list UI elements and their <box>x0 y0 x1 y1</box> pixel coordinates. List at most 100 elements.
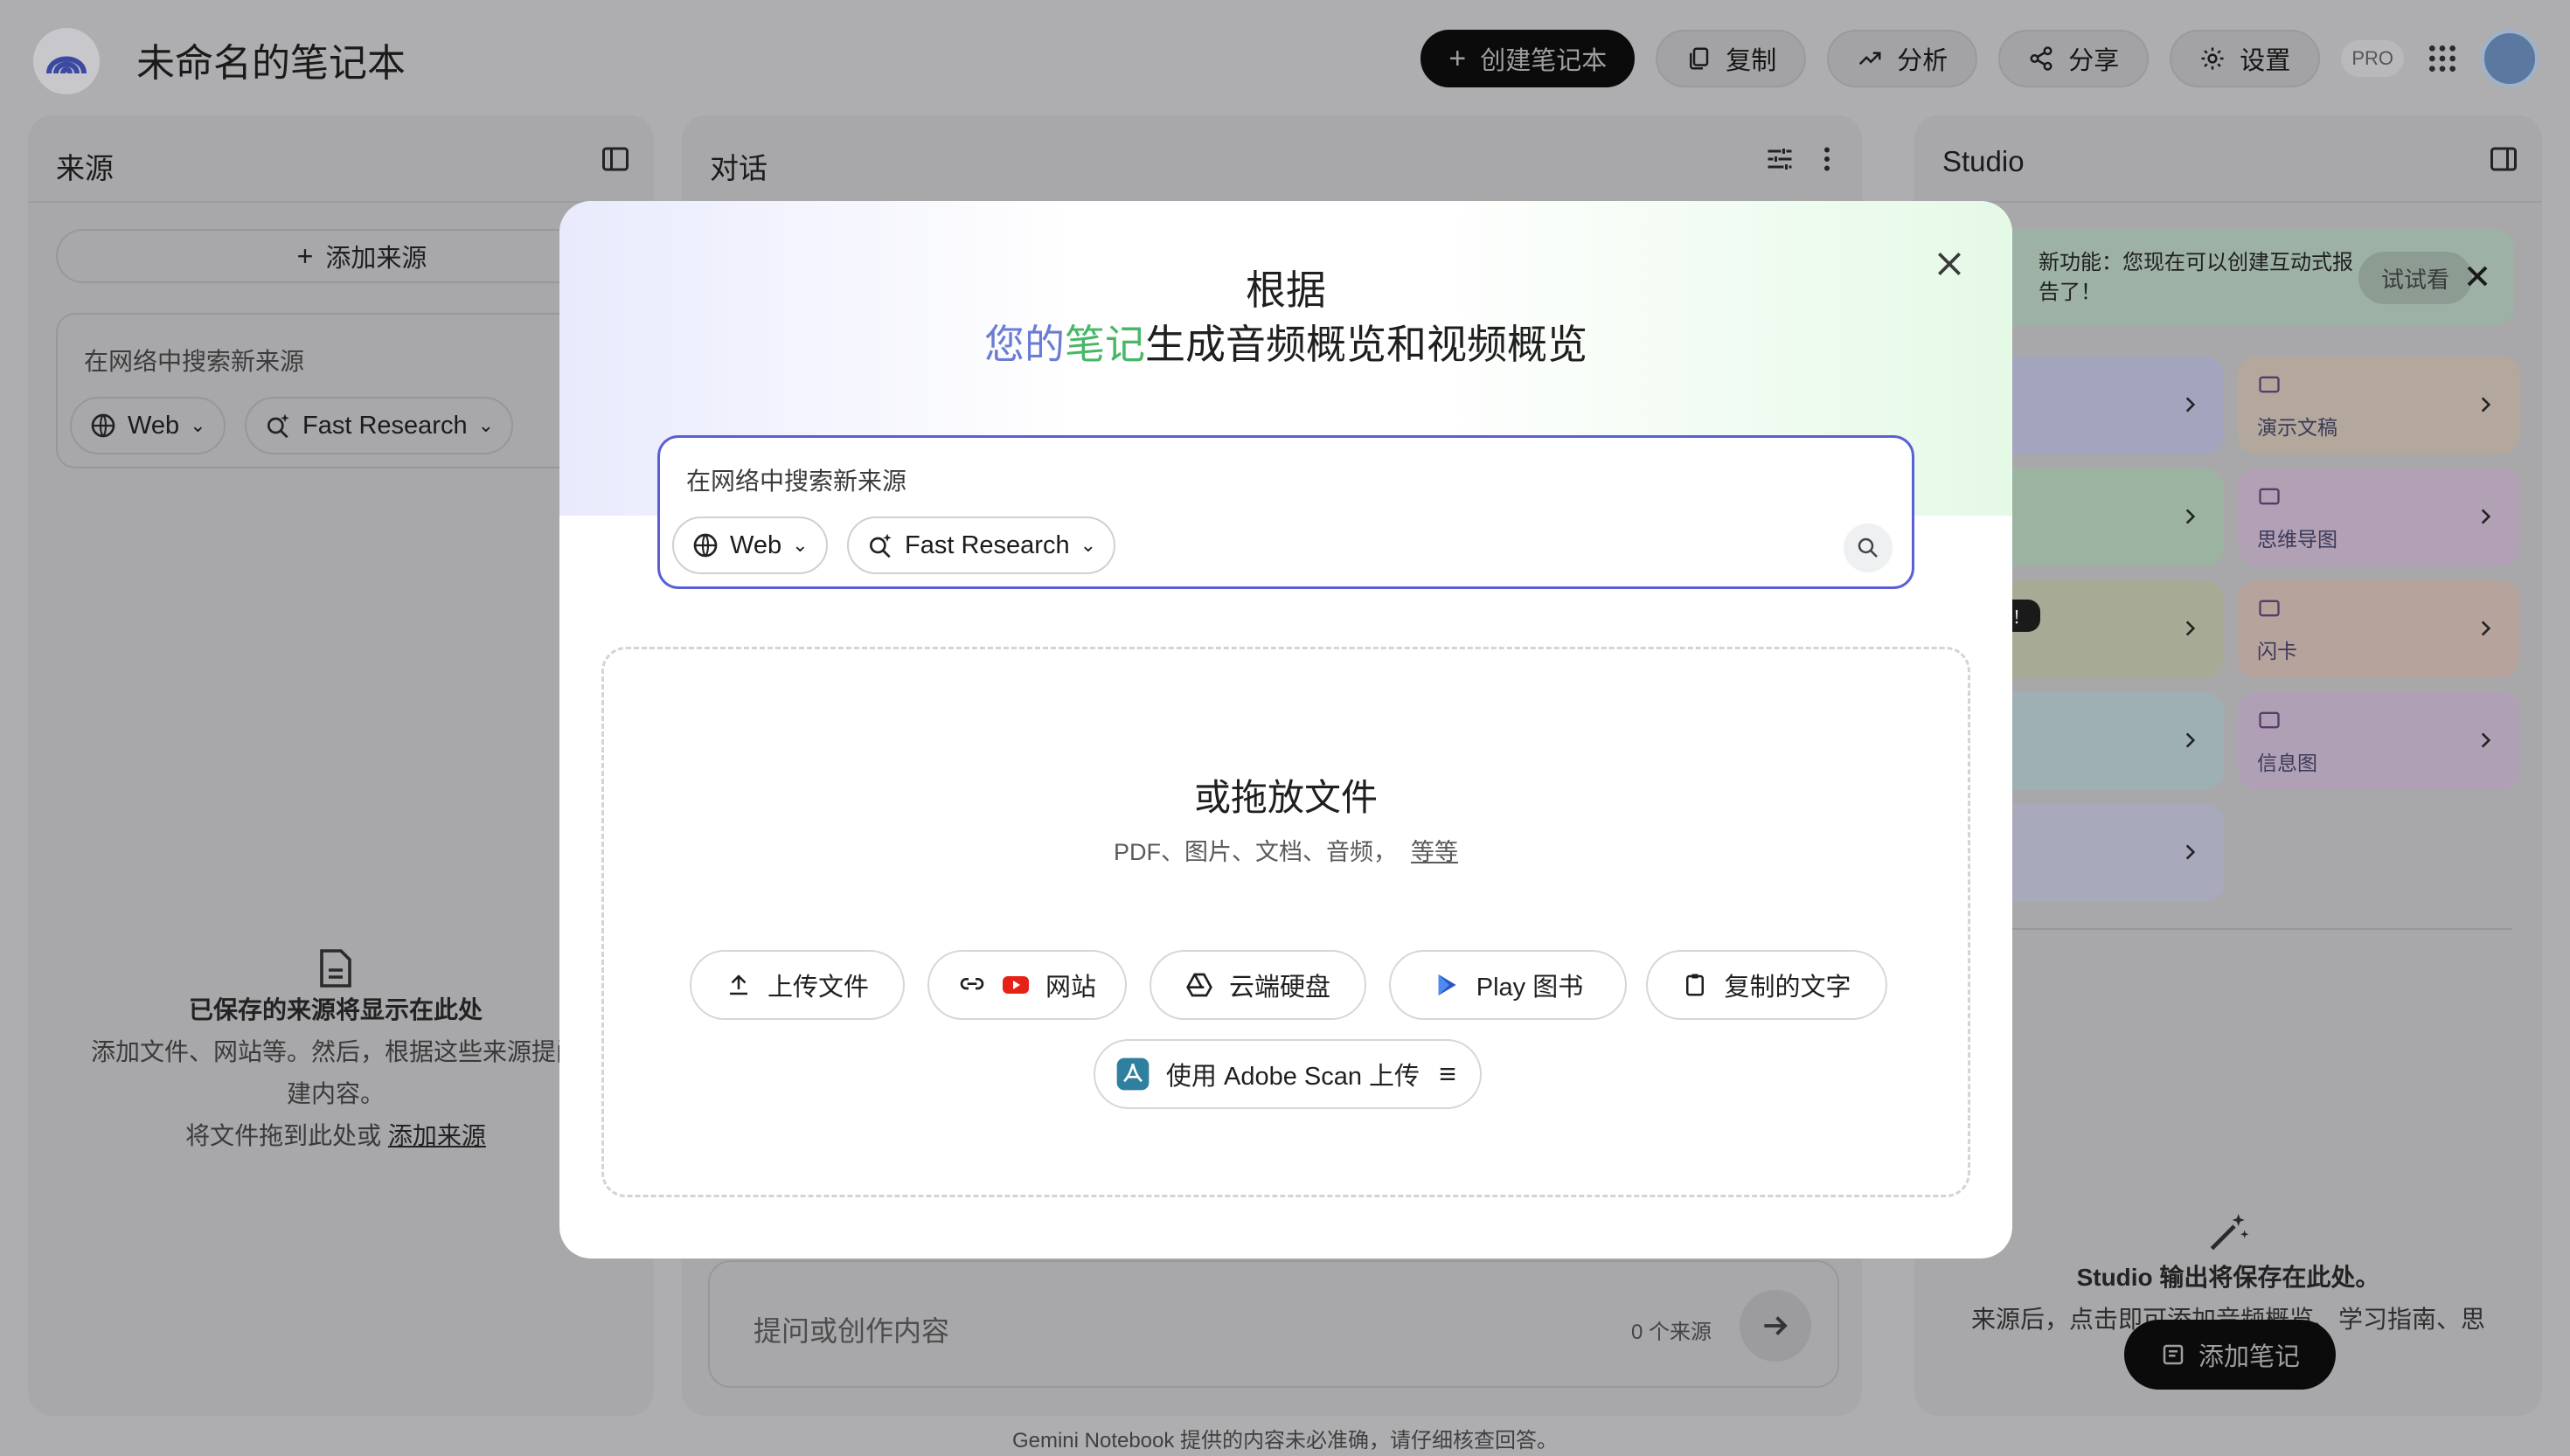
sources-empty-title: 已保存的来源将显示在此处 <box>188 995 483 1023</box>
settings-button[interactable]: 设置 <box>2170 30 2321 87</box>
website-button[interactable]: 网站 <box>927 950 1127 1020</box>
document-icon <box>320 948 351 988</box>
plus-icon: + <box>1448 41 1467 75</box>
research-chip-label: Fast Research <box>302 411 468 440</box>
studio-tile[interactable]: 闪卡 <box>2238 580 2519 678</box>
research-chip[interactable]: Fast Research ⌄ <box>245 397 514 454</box>
infographic-icon <box>2257 708 2282 737</box>
new-feature-banner: 新功能：您现在可以创建互动式报告了！ 试试看 <box>1942 229 2514 325</box>
studio-tile-label: 演示文稿 <box>2257 416 2337 439</box>
magic-wand-icon <box>2210 1214 2249 1251</box>
studio-tile[interactable]: 信息图 <box>2238 692 2519 790</box>
add-note-button[interactable]: 添加笔记 <box>2124 1320 2336 1390</box>
chat-header: 对话 <box>682 115 1862 203</box>
copy-label: 复制 <box>1726 47 1777 75</box>
source-search-input[interactable]: 在网络中搜索新来源 <box>84 343 304 378</box>
analytics-button[interactable]: 分析 <box>1827 30 1978 87</box>
studio-title: Studio <box>1942 145 2025 177</box>
share-label: 分享 <box>2068 47 2120 75</box>
more-types-link[interactable]: 等等 <box>1411 839 1458 865</box>
notebook-logo-icon <box>46 56 87 74</box>
dialog-research-label: Fast Research <box>905 530 1070 559</box>
arrow-right-icon <box>1764 1316 1788 1335</box>
adobe-scan-label: 使用 Adobe Scan 上传 <box>1165 1063 1420 1091</box>
sources-empty-line3-prefix: 将文件拖到此处或 <box>185 1121 382 1149</box>
source-count: 0 个来源 <box>1630 1321 1712 1344</box>
slides-icon <box>2257 372 2282 401</box>
create-notebook-button[interactable]: + 创建笔记本 <box>1420 30 1636 87</box>
app-logo[interactable] <box>33 28 100 94</box>
share-button[interactable]: 分享 <box>1998 30 2150 87</box>
apps-grid-icon[interactable] <box>2425 41 2460 76</box>
dialog-search-button[interactable] <box>1844 523 1893 572</box>
note-icon <box>2163 1344 2184 1365</box>
drive-icon <box>1186 973 1212 997</box>
chevron-down-icon: ⌄ <box>477 414 495 436</box>
paste-text-label: 复制的文字 <box>1724 974 1851 1002</box>
dialog-search-input[interactable]: 在网络中搜索新来源 <box>686 462 906 497</box>
collapse-panel-icon[interactable] <box>600 143 631 175</box>
add-source-link[interactable]: 添加来源 <box>388 1122 486 1149</box>
play-books-button[interactable]: Play 图书 <box>1389 950 1627 1020</box>
search-icon <box>1858 537 1878 558</box>
chevron-down-icon: ⌄ <box>1080 534 1097 556</box>
dialog-search-box: 在网络中搜索新来源 Web ⌄ Fast Research ⌄ <box>657 435 1914 589</box>
file-dropzone[interactable]: 或拖放文件 PDF、图片、文档、音频， 等等 上传文件 网站 云端硬盘 Play … <box>601 647 1970 1197</box>
chat-title: 对话 <box>710 152 768 184</box>
close-icon[interactable] <box>2460 259 2495 294</box>
sources-empty-state: 已保存的来源将显示在此处 添加文件、网站等。然后，根据这些来源提问 建内容。 将… <box>56 946 615 1157</box>
adobe-scan-icon <box>1116 1057 1150 1091</box>
notebook-title[interactable]: 未命名的笔记本 <box>136 31 406 87</box>
sources-empty-line3: 将文件拖到此处或 添加来源 <box>56 1115 615 1157</box>
link-icon <box>960 978 984 990</box>
settings-label: 设置 <box>2240 47 2291 75</box>
upload-file-button[interactable]: 上传文件 <box>690 950 905 1020</box>
dialog-research-chip[interactable]: Fast Research ⌄ <box>847 517 1116 574</box>
user-avatar[interactable] <box>2481 30 2539 87</box>
website-label: 网站 <box>1045 974 1096 1002</box>
tune-icon[interactable] <box>1764 143 1796 175</box>
try-it-button[interactable]: 试试看 <box>2358 252 2472 304</box>
studio-tile[interactable]: 思维导图 <box>2238 468 2519 566</box>
chevron-down-icon: ⌄ <box>190 414 206 436</box>
copy-button[interactable]: 复制 <box>1656 30 1807 87</box>
chevron-right-icon <box>2474 393 2497 420</box>
copy-icon <box>1690 47 1709 70</box>
dropzone-subtitle: PDF、图片、文档、音频， 等等 <box>604 833 1968 867</box>
menu-icon <box>1440 1068 1455 1080</box>
top-actions: + 创建笔记本 复制 分析 分享 设置 PRO <box>1420 30 2539 87</box>
dialog-web-chip[interactable]: Web ⌄ <box>672 517 828 574</box>
adobe-scan-button[interactable]: 使用 Adobe Scan 上传 <box>1094 1039 1482 1109</box>
chat-input[interactable]: 提问或创作内容 <box>754 1309 949 1349</box>
chevron-right-icon <box>2474 729 2497 756</box>
chevron-right-icon <box>2178 841 2201 868</box>
dialog-web-label: Web <box>730 530 782 559</box>
flashcard-icon <box>2257 596 2282 625</box>
clipboard-icon <box>1686 974 1705 996</box>
dialog-heading-line1: 根据 <box>1246 267 1326 313</box>
footer-disclaimer: Gemini Notebook 提供的内容未必准确，请仔细核查回答。 <box>1011 1429 1559 1453</box>
chevron-right-icon <box>2178 729 2201 756</box>
add-source-label: 添加来源 <box>325 245 427 273</box>
drive-button[interactable]: 云端硬盘 <box>1150 950 1366 1020</box>
upload-icon <box>729 974 747 995</box>
chevron-right-icon <box>2178 393 2201 420</box>
chevron-right-icon <box>2474 505 2497 532</box>
analytics-label: 分析 <box>1897 47 1948 75</box>
dropzone-title: 或拖放文件 <box>1193 777 1378 818</box>
play-books-label: Play 图书 <box>1476 974 1584 1002</box>
more-vert-icon[interactable] <box>1811 143 1843 175</box>
send-button[interactable] <box>1740 1290 1811 1362</box>
studio-empty-title: Studio 输出将保存在此处。 <box>2076 1264 2380 1291</box>
studio-tile[interactable]: 演示文稿 <box>2238 357 2519 454</box>
studio-header: Studio <box>1914 115 2542 203</box>
drive-label: 云端硬盘 <box>1228 974 1330 1002</box>
paste-text-button[interactable]: 复制的文字 <box>1646 950 1887 1020</box>
chat-prompt-box[interactable]: 提问或创作内容 0 个来源 <box>708 1260 1839 1388</box>
upload-label: 上传文件 <box>767 974 869 1002</box>
research-search-icon <box>870 533 892 558</box>
play-books-icon <box>1438 974 1456 995</box>
web-chip[interactable]: Web ⌄ <box>70 397 226 454</box>
globe-icon <box>693 533 718 558</box>
collapse-panel-icon[interactable] <box>2488 143 2519 175</box>
